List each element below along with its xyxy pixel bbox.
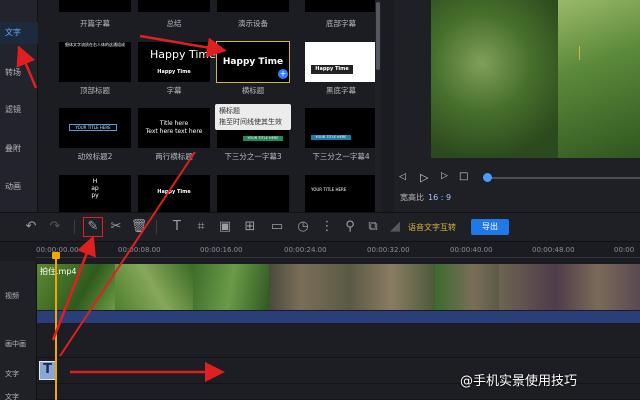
undo-icon[interactable]: ↶ (22, 218, 40, 236)
play-icon[interactable]: ▷ (420, 171, 428, 184)
ruler-tick: 00:00 (614, 246, 635, 254)
video-thumbnail (193, 264, 269, 310)
ruler-tick: 00:00:16.00 (200, 246, 243, 254)
ruler-tick: 00:00:40.00 (450, 246, 493, 254)
split-icon[interactable]: ⋮ (318, 218, 336, 236)
divider (74, 220, 75, 234)
add-icon[interactable]: + (278, 69, 288, 79)
ruler-tick: 00:00:08.00 (118, 246, 161, 254)
template-caption: 黑底字幕 (326, 86, 356, 95)
seek-bar[interactable] (484, 177, 640, 179)
template-tile[interactable] (59, 0, 131, 12)
ruler-line (36, 257, 640, 258)
watermark: @手机实景使用技巧 (460, 374, 578, 389)
video-thumbnail (349, 264, 435, 310)
template-caption: 总结 (166, 19, 182, 28)
text-clip[interactable]: T (39, 361, 56, 380)
template-tile[interactable] (217, 0, 289, 12)
sidebar-item-transition[interactable]: 转场 (0, 67, 38, 78)
sidebar-item-overlay[interactable]: 叠附 (0, 143, 38, 154)
edit-pencil-icon[interactable]: ✎ (83, 217, 103, 237)
template-scrollbar[interactable] (375, 0, 381, 212)
track-label-video: 视频 (5, 292, 19, 300)
preview-video (431, 0, 640, 158)
template-tile-top-title[interactable]: 细体文字流质在右人体的这通组成 (59, 42, 131, 82)
track-label-text: 文字 (5, 370, 19, 378)
mosaic-icon[interactable]: ⊞ (241, 218, 259, 236)
preview-left-frame (431, 0, 558, 158)
clip-filename: 拍住.mp4 (40, 267, 77, 276)
ruler-tick: 00:00:48.00 (532, 246, 575, 254)
template-caption: 字幕 (166, 86, 182, 95)
template-caption: 底部字幕 (326, 19, 356, 28)
preview-right-frame (558, 0, 640, 158)
sidebar-item-text[interactable]: 文字 (0, 22, 38, 44)
sidebar-item-animation[interactable]: 动画 (0, 181, 38, 192)
crop-icon[interactable]: ⌗ (192, 218, 210, 236)
template-tile[interactable] (138, 0, 210, 12)
duration-icon[interactable]: ◷ (294, 218, 312, 236)
template-tile[interactable]: YOUR TITLE HERE (305, 175, 375, 212)
template-tile[interactable] (217, 175, 289, 212)
video-thumbnail (499, 264, 640, 310)
template-tile-lower4[interactable]: YOUR TITLE HERE (305, 108, 375, 148)
template-caption: 下三分之一字幕4 (312, 152, 370, 161)
divider (156, 220, 157, 234)
aspect-ratio[interactable]: 宽高比 16 : 9 (400, 192, 451, 203)
sidebar-item-filter[interactable]: 滤镜 (0, 104, 38, 115)
playhead-line[interactable] (55, 252, 57, 400)
redo-icon[interactable]: ↷ (46, 218, 64, 236)
video-thumbnail (115, 264, 193, 310)
text-cursor (579, 46, 580, 60)
fill-icon[interactable]: ◢ (386, 218, 404, 236)
template-caption: 两行横标题 (155, 152, 193, 161)
stop-icon[interactable]: □ (459, 171, 468, 182)
template-tile[interactable]: Happy Time (138, 175, 210, 212)
template-tile-two-line[interactable]: Title here Text here text here (138, 108, 210, 148)
video-thumbnail (269, 264, 349, 310)
playhead-handle[interactable] (52, 252, 60, 259)
seek-knob[interactable] (483, 173, 492, 182)
delete-icon[interactable]: 🗑 (130, 218, 148, 236)
audio-waveform[interactable] (37, 311, 640, 323)
template-tile[interactable] (305, 0, 375, 12)
template-caption: 顶部标题 (80, 86, 110, 95)
prev-frame-icon[interactable]: ◁ (399, 172, 406, 182)
pip-track[interactable] (37, 324, 640, 358)
template-tile-banner-selected[interactable]: Happy Time + (216, 41, 290, 83)
template-tile-fx-title[interactable]: YOUR TITLE HERE (59, 108, 131, 148)
speech-text-convert-button[interactable]: 语音文字互转 (408, 222, 456, 233)
template-tile-vertical[interactable]: Happy (59, 175, 131, 212)
template-caption: 开篇字幕 (80, 19, 110, 28)
track-header-column (0, 261, 37, 400)
preview-overlay-text: Happy Time (150, 48, 216, 61)
template-grid: 开篇字幕 总结 演示设备 底部字幕 细体文字流质在右人体的这通组成 Happy … (39, 0, 375, 212)
template-caption: 下三分之一字幕3 (224, 152, 282, 161)
template-tile-black-bar[interactable]: Happy Time (305, 42, 375, 82)
text-tool-icon[interactable]: T (168, 218, 186, 236)
video-track[interactable] (37, 264, 640, 310)
category-sidebar: 文字 转场 滤镜 叠附 动画 (0, 0, 38, 212)
ruler-tick: 00:00:32.00 (367, 246, 410, 254)
template-caption: 动效标题2 (77, 152, 113, 161)
export-button[interactable]: 导出 (471, 219, 509, 235)
track-label-pip: 画中画 (5, 340, 26, 348)
template-caption: 横标题 (241, 86, 265, 95)
ruler-tick: 00:00:24.00 (284, 246, 327, 254)
template-caption: 演示设备 (238, 19, 268, 28)
scissors-icon[interactable]: ✂ (107, 218, 125, 236)
screen-record-icon[interactable]: ⧉ (364, 218, 382, 236)
fit-icon[interactable]: ▣ (216, 218, 234, 236)
track-label-text2: 文字 (5, 393, 19, 400)
next-frame-icon[interactable]: ▷ (441, 171, 448, 181)
editor-window: 文字 转场 滤镜 叠附 动画 开篇字幕 总结 演示设备 底部字幕 细体文字流质在… (0, 0, 640, 400)
freeze-frame-icon[interactable]: ▭ (268, 218, 286, 236)
scrollbar-thumb[interactable] (376, 2, 380, 70)
microphone-icon[interactable]: ⚲ (341, 218, 359, 236)
video-thumbnail (435, 264, 499, 310)
template-tooltip: 横标题 拖至时间线使其生效 (215, 104, 291, 130)
